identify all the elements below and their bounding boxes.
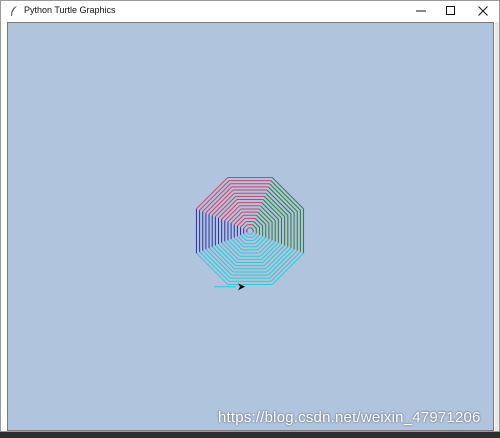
spiral-segment	[243, 233, 248, 238]
turtle-canvas[interactable]	[8, 23, 493, 430]
turtle-canvas-frame[interactable]	[7, 22, 494, 431]
spiral-segment	[270, 180, 301, 211]
spiral-segment	[263, 244, 286, 267]
spiral-segment	[265, 246, 289, 270]
spiral-segment	[199, 251, 230, 282]
spiral-segment	[269, 250, 298, 279]
spiral-segment	[233, 214, 244, 225]
spiral-segment	[237, 218, 246, 227]
maximize-button[interactable]	[436, 1, 466, 21]
close-button[interactable]	[468, 1, 498, 21]
spiral-segment	[254, 218, 263, 227]
spiral-segment	[260, 241, 276, 257]
spiral-segment	[263, 195, 286, 218]
spiral-segment	[261, 242, 279, 260]
octagon-spiral	[195, 176, 305, 288]
spiral-segment	[243, 224, 248, 229]
spiral-segment	[260, 205, 276, 221]
window-title: Python Turtle Graphics	[24, 5, 116, 15]
minimize-icon	[416, 10, 426, 12]
close-icon	[478, 6, 488, 16]
spiral-segment	[250, 227, 254, 231]
spiral-segment	[256, 237, 267, 248]
spiral-segment	[237, 235, 246, 244]
spiral-segment	[214, 195, 237, 218]
spiral-segment	[265, 192, 289, 216]
spiral-segment	[269, 183, 298, 212]
spiral-segment	[199, 180, 230, 211]
spiral-segment	[233, 237, 244, 248]
window-edge	[495, 22, 499, 431]
spiral-segment	[211, 192, 235, 216]
watermark-text: https://blog.csdn.net/weixin_47971206	[218, 409, 481, 426]
minimize-button[interactable]	[406, 1, 436, 21]
spiral-segment	[202, 183, 231, 212]
spiral-segment	[256, 214, 267, 225]
spiral-segment	[224, 205, 240, 221]
taskbar-strip	[0, 432, 500, 438]
spiral-segment	[261, 202, 279, 220]
spiral-segment	[246, 231, 250, 235]
spiral-segment	[270, 251, 301, 282]
spiral-segment	[211, 246, 235, 270]
spiral-segment	[252, 233, 257, 238]
feather-icon	[11, 6, 17, 16]
spiral-segment	[246, 227, 250, 231]
spiral-segment	[214, 244, 237, 267]
spiral-segment	[252, 224, 257, 229]
title-bar[interactable]: Python Turtle Graphics	[1, 1, 499, 21]
turtle-window: Python Turtle Graphics	[0, 0, 500, 432]
spiral-segment	[250, 231, 254, 235]
spiral-segment	[221, 242, 239, 260]
spiral-segment	[202, 250, 231, 279]
spiral-segment	[221, 202, 239, 220]
maximize-icon	[446, 6, 455, 15]
spiral-segment	[224, 241, 240, 257]
spiral-segment	[254, 235, 263, 244]
